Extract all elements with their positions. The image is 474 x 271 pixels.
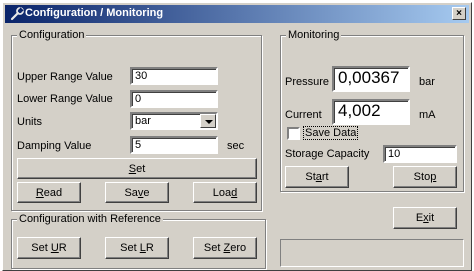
set-zero-pre: Set	[203, 242, 224, 254]
set-lr-pre: Set	[120, 242, 140, 254]
load-label-pre: Loa	[212, 187, 232, 199]
chevron-down-icon[interactable]	[200, 114, 216, 128]
set-label-rest: et	[136, 163, 146, 175]
reference-legend: Configuration with Reference	[17, 213, 163, 225]
current-unit: mA	[419, 109, 436, 121]
current-label: Current	[285, 109, 322, 121]
wrench-icon	[9, 6, 25, 22]
exit-rest: it	[428, 212, 435, 224]
upper-range-input[interactable]: 30	[130, 67, 218, 85]
exit-button[interactable]: Exit	[393, 207, 457, 229]
save-label-rest: e	[143, 187, 150, 199]
start-rest: rt	[321, 171, 329, 183]
start-mnemonic: a	[315, 171, 322, 183]
set-mnemonic: S	[128, 163, 137, 175]
set-lr-mnemonic: L	[139, 242, 146, 254]
set-ur-rest: R	[58, 242, 67, 254]
stop-pre: Sto	[413, 171, 431, 183]
set-lr-button[interactable]: Set LR	[105, 237, 169, 259]
save-label-pre: Sa	[124, 187, 138, 199]
damping-input[interactable]: 5	[130, 136, 218, 154]
damping-unit: sec	[227, 140, 245, 152]
pressure-label: Pressure	[285, 76, 330, 88]
monitoring-legend: Monitoring	[286, 29, 342, 41]
lower-range-input[interactable]: 0	[130, 90, 218, 108]
window-title: Configuration / Monitoring	[25, 7, 164, 19]
upper-range-label: Upper Range Value	[17, 71, 113, 83]
pressure-value: 0,00367	[332, 66, 410, 92]
close-button[interactable]: ×	[452, 7, 466, 20]
damping-label: Damping Value	[17, 140, 92, 152]
save-button[interactable]: Save	[105, 182, 169, 203]
units-select[interactable]: bar	[130, 112, 218, 130]
storage-capacity-label: Storage Capacity	[285, 148, 370, 160]
storage-capacity-input[interactable]: 10	[383, 145, 457, 163]
read-label-rest: ead	[43, 187, 63, 199]
set-button[interactable]: Set	[17, 158, 257, 179]
lower-range-label: Lower Range Value	[17, 93, 113, 105]
close-icon: ×	[456, 8, 462, 19]
start-pre: St	[305, 171, 316, 183]
set-zero-button[interactable]: Set Zero	[193, 237, 257, 259]
current-value: 4,002	[332, 99, 410, 125]
title-bar[interactable]: Configuration / Monitoring ×	[5, 5, 469, 23]
stop-mnemonic: p	[430, 171, 437, 183]
save-data-checkbox[interactable]	[287, 127, 300, 140]
set-ur-pre: Set	[31, 242, 51, 254]
read-mnemonic: R	[35, 187, 44, 199]
read-button[interactable]: Read	[17, 182, 81, 203]
configuration-monitoring-window: Configuration / Monitoring × Configurati…	[2, 2, 472, 271]
units-label: Units	[17, 116, 43, 128]
pressure-unit: bar	[419, 76, 435, 88]
exit-mnemonic: x	[423, 212, 429, 224]
load-mnemonic: d	[231, 187, 238, 199]
set-ur-button[interactable]: Set UR	[17, 237, 81, 259]
save-data-label[interactable]: Save Data	[302, 126, 359, 140]
status-panel	[280, 239, 464, 267]
stop-button[interactable]: Stop	[393, 166, 457, 188]
exit-pre: E	[415, 212, 424, 224]
units-selected-value: bar	[135, 115, 151, 127]
set-zero-rest: ero	[230, 242, 247, 254]
set-lr-rest: R	[145, 242, 154, 254]
configuration-legend: Configuration	[17, 29, 87, 41]
start-button[interactable]: Start	[285, 166, 349, 188]
set-ur-mnemonic: U	[50, 242, 59, 254]
load-button[interactable]: Load	[193, 182, 257, 203]
